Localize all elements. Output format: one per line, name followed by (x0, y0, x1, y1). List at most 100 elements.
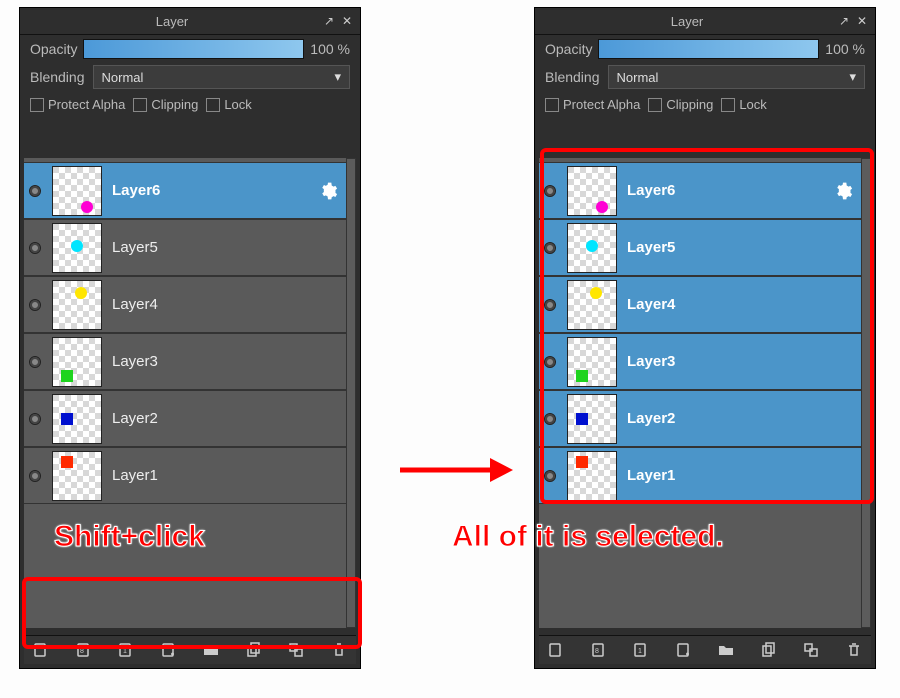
visibility-toggle[interactable] (24, 356, 46, 368)
blending-select[interactable]: Normal ▾ (93, 65, 351, 89)
layer-thumbnail (567, 223, 617, 273)
panel-title: Layer (24, 14, 320, 29)
layer-row[interactable]: Layer3 (539, 333, 861, 390)
layer-thumbnail (52, 223, 102, 273)
layer-row[interactable]: Layer4 (24, 276, 346, 333)
layer-toolbar: 8 1 (24, 635, 356, 664)
new-1bit-layer-button[interactable]: 1 (113, 639, 139, 661)
blending-row: Blending Normal ▾ (535, 61, 875, 91)
panel-title: Layer (539, 14, 835, 29)
layer-row[interactable]: Layer1 (24, 447, 346, 504)
layer-thumbnail (52, 394, 102, 444)
visibility-toggle[interactable] (24, 299, 46, 311)
layer-name: Layer4 (108, 296, 346, 313)
arrow-icon (395, 450, 515, 495)
caption-right: All of it is selected. (452, 520, 724, 554)
layers-list: Layer6 Layer5 Layer4 Layer3Layer2Layer1 (539, 158, 861, 628)
visibility-toggle[interactable] (24, 242, 46, 254)
duplicate-button[interactable] (241, 639, 267, 661)
visibility-toggle[interactable] (539, 413, 561, 425)
close-icon[interactable]: ✕ (853, 14, 871, 28)
visibility-toggle[interactable] (24, 185, 46, 197)
layer-name: Layer5 (623, 239, 861, 256)
opacity-value: 100 % (825, 41, 865, 57)
opacity-value: 100 % (310, 41, 350, 57)
visibility-toggle[interactable] (539, 356, 561, 368)
close-icon[interactable]: ✕ (338, 14, 356, 28)
svg-text:8: 8 (595, 648, 599, 655)
layer-row[interactable]: Layer3 (24, 333, 346, 390)
add-special-layer-button[interactable] (671, 639, 697, 661)
opacity-label: Opacity (30, 41, 77, 57)
delete-button[interactable] (841, 639, 867, 661)
new-folder-button[interactable] (713, 639, 739, 661)
layer-thumbnail (52, 337, 102, 387)
layer-row[interactable]: Layer1 (539, 447, 861, 504)
duplicate-button[interactable] (756, 639, 782, 661)
blending-value: Normal (617, 70, 659, 85)
opacity-slider[interactable] (598, 39, 819, 59)
layer-name: Layer6 (108, 182, 318, 199)
svg-text:1: 1 (638, 648, 642, 655)
blending-value: Normal (102, 70, 144, 85)
layer-row[interactable]: Layer2 (539, 390, 861, 447)
lock-checkbox[interactable]: Lock (721, 97, 766, 112)
opacity-label: Opacity (545, 41, 592, 57)
layer-thumbnail (52, 451, 102, 501)
popout-icon[interactable]: ↗ (835, 14, 853, 28)
new-1bit-layer-button[interactable]: 1 (628, 639, 654, 661)
clipping-checkbox[interactable]: Clipping (648, 97, 713, 112)
protect-alpha-checkbox[interactable]: Protect Alpha (30, 97, 125, 112)
blending-label: Blending (545, 69, 600, 85)
visibility-toggle[interactable] (24, 413, 46, 425)
lock-checkbox[interactable]: Lock (206, 97, 251, 112)
checkbox-row: Protect Alpha Clipping Lock (20, 91, 360, 118)
layer-row[interactable]: Layer5 (24, 219, 346, 276)
layer-thumbnail (567, 394, 617, 444)
protect-alpha-checkbox[interactable]: Protect Alpha (545, 97, 640, 112)
layer-name: Layer2 (108, 410, 346, 427)
opacity-slider[interactable] (83, 39, 304, 59)
scrollbar[interactable] (861, 158, 871, 628)
layers-list: Layer6 Layer5 Layer4 Layer3 Layer2 Layer1 (24, 158, 346, 628)
visibility-toggle[interactable] (539, 185, 561, 197)
scrollbar[interactable] (346, 158, 356, 628)
layer-name: Layer5 (108, 239, 346, 256)
layer-thumbnail (567, 166, 617, 216)
new-layer-button[interactable] (543, 639, 569, 661)
merge-button[interactable] (283, 639, 309, 661)
gear-icon[interactable] (318, 181, 338, 201)
new-layer-button[interactable] (28, 639, 54, 661)
caption-left: Shift+click (54, 520, 205, 554)
blending-select[interactable]: Normal ▾ (608, 65, 866, 89)
layer-row[interactable]: Layer6 (539, 162, 861, 219)
visibility-toggle[interactable] (539, 470, 561, 482)
clipping-checkbox[interactable]: Clipping (133, 97, 198, 112)
blending-row: Blending Normal ▾ (20, 61, 360, 91)
merge-button[interactable] (798, 639, 824, 661)
layer-thumbnail (567, 280, 617, 330)
new-8bit-layer-button[interactable]: 8 (586, 639, 612, 661)
new-folder-button[interactable] (198, 639, 224, 661)
layer-toolbar: 8 1 (539, 635, 871, 664)
popout-icon[interactable]: ↗ (320, 14, 338, 28)
layer-row[interactable]: Layer4 (539, 276, 861, 333)
layer-name: Layer4 (623, 296, 861, 313)
delete-button[interactable] (326, 639, 352, 661)
layer-panel-before: Layer ↗ ✕ Opacity 100 % Blending Normal … (20, 8, 360, 668)
add-special-layer-button[interactable] (156, 639, 182, 661)
gear-icon[interactable] (833, 181, 853, 201)
visibility-toggle[interactable] (539, 299, 561, 311)
panel-header: Layer ↗ ✕ (535, 8, 875, 35)
visibility-toggle[interactable] (539, 242, 561, 254)
layer-row[interactable]: Layer2 (24, 390, 346, 447)
layer-row[interactable]: Layer6 (24, 162, 346, 219)
svg-text:8: 8 (80, 648, 84, 655)
layer-row[interactable]: Layer5 (539, 219, 861, 276)
blending-label: Blending (30, 69, 85, 85)
visibility-toggle[interactable] (24, 470, 46, 482)
new-8bit-layer-button[interactable]: 8 (71, 639, 97, 661)
layer-name: Layer6 (623, 182, 833, 199)
chevron-down-icon: ▾ (849, 69, 856, 85)
layer-name: Layer3 (108, 353, 346, 370)
